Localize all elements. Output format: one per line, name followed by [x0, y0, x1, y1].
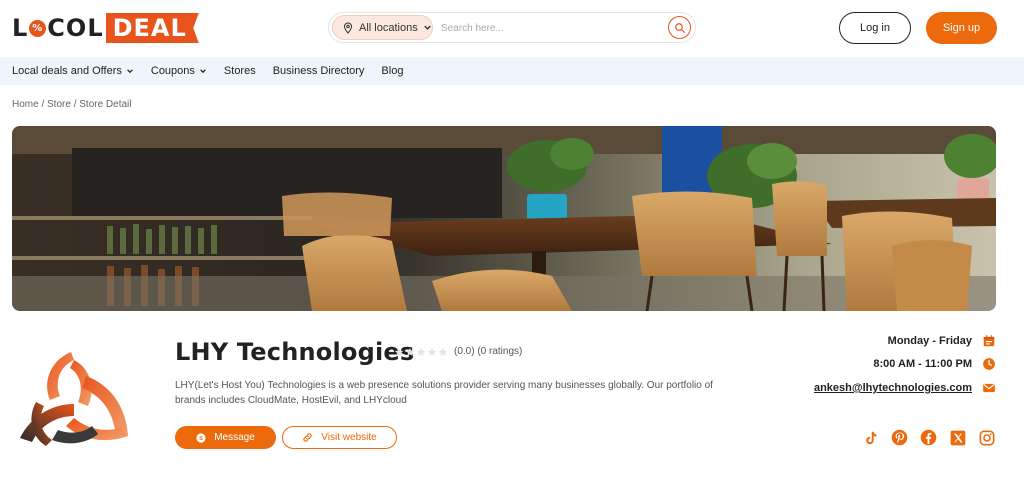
star-icon [416, 347, 426, 356]
pinterest-link[interactable] [891, 429, 908, 446]
chevron-down-icon [423, 25, 431, 30]
tiktok-icon [866, 431, 877, 444]
business-hours: 8:00 AM - 11:00 PM [873, 357, 996, 371]
instagram-link[interactable] [978, 429, 995, 446]
rating-text: (0.0) (0 ratings) [454, 346, 523, 357]
social-links [862, 429, 995, 446]
nav-item-stores[interactable]: Stores [224, 65, 256, 77]
site-logo[interactable]: L COL DEAL [12, 12, 199, 44]
star-icon [394, 347, 404, 356]
business-hours-text: 8:00 AM - 11:00 PM [873, 358, 972, 370]
x-link[interactable] [949, 429, 966, 446]
logo-deal: DEAL [105, 13, 199, 43]
store-email[interactable]: ankesh@lhytechnologies.com [814, 381, 996, 395]
breadcrumb: Home / Store / Store Detail [12, 99, 132, 110]
star-icon [427, 347, 437, 356]
search-icon [674, 22, 685, 33]
chevron-down-icon [127, 69, 133, 74]
star-icon [438, 347, 448, 356]
business-days: Monday - Friday [888, 334, 996, 348]
website-label: Visit website [321, 432, 377, 443]
tiktok-link[interactable] [862, 429, 879, 446]
message-label: Message [214, 432, 255, 443]
message-button[interactable]: S Message [175, 426, 276, 449]
mail-icon [983, 383, 995, 393]
location-dropdown[interactable]: All locations [332, 15, 433, 40]
search-input[interactable] [441, 19, 661, 37]
logo-text-locol-rest: COL [47, 14, 104, 42]
star-icon [405, 347, 415, 356]
skype-icon: S [196, 432, 206, 443]
x-icon [950, 430, 965, 445]
site-header: L COL DEAL All locations Log in Sign up [0, 0, 1024, 56]
lhy-logo-icon [20, 352, 128, 446]
search-bar: All locations [328, 12, 696, 43]
store-cover-image [12, 126, 996, 311]
business-days-text: Monday - Friday [887, 335, 972, 347]
instagram-icon [979, 430, 994, 445]
logo-percent-icon [29, 19, 47, 37]
facebook-link[interactable] [920, 429, 937, 446]
signup-button[interactable]: Sign up [926, 12, 997, 44]
nav-item-blog[interactable]: Blog [381, 65, 403, 77]
clock-icon [983, 358, 995, 370]
calendar-icon [983, 335, 995, 347]
main-nav: Local deals and Offers Coupons Stores Bu… [0, 57, 1024, 85]
logo-locol: L COL [12, 14, 104, 42]
location-pin-icon [343, 21, 353, 34]
chevron-down-icon [200, 69, 206, 74]
svg-text:S: S [199, 435, 203, 441]
store-email-text[interactable]: ankesh@lhytechnologies.com [814, 382, 972, 394]
facebook-icon [920, 429, 937, 446]
store-description: LHY(Let's Host You) Technologies is a we… [175, 380, 713, 406]
link-icon [303, 433, 312, 442]
nav-item-label: Local deals and Offers [12, 65, 122, 77]
cafe-interior-illustration [12, 126, 996, 311]
pinterest-icon [891, 429, 908, 446]
store-name: LHY Technologies [175, 338, 415, 366]
location-label: All locations [359, 21, 418, 34]
search-button[interactable] [668, 16, 691, 39]
nav-item-coupons[interactable]: Coupons [151, 65, 207, 77]
store-logo [16, 346, 132, 446]
star-rating: (0.0) (0 ratings) [394, 346, 522, 357]
logo-text-locol: L [12, 14, 29, 42]
nav-item-business-directory[interactable]: Business Directory [273, 65, 365, 77]
visit-website-button[interactable]: Visit website [282, 426, 397, 449]
login-button[interactable]: Log in [839, 12, 911, 44]
nav-item-label: Coupons [150, 65, 195, 77]
nav-item-local-deals[interactable]: Local deals and Offers [12, 65, 134, 77]
